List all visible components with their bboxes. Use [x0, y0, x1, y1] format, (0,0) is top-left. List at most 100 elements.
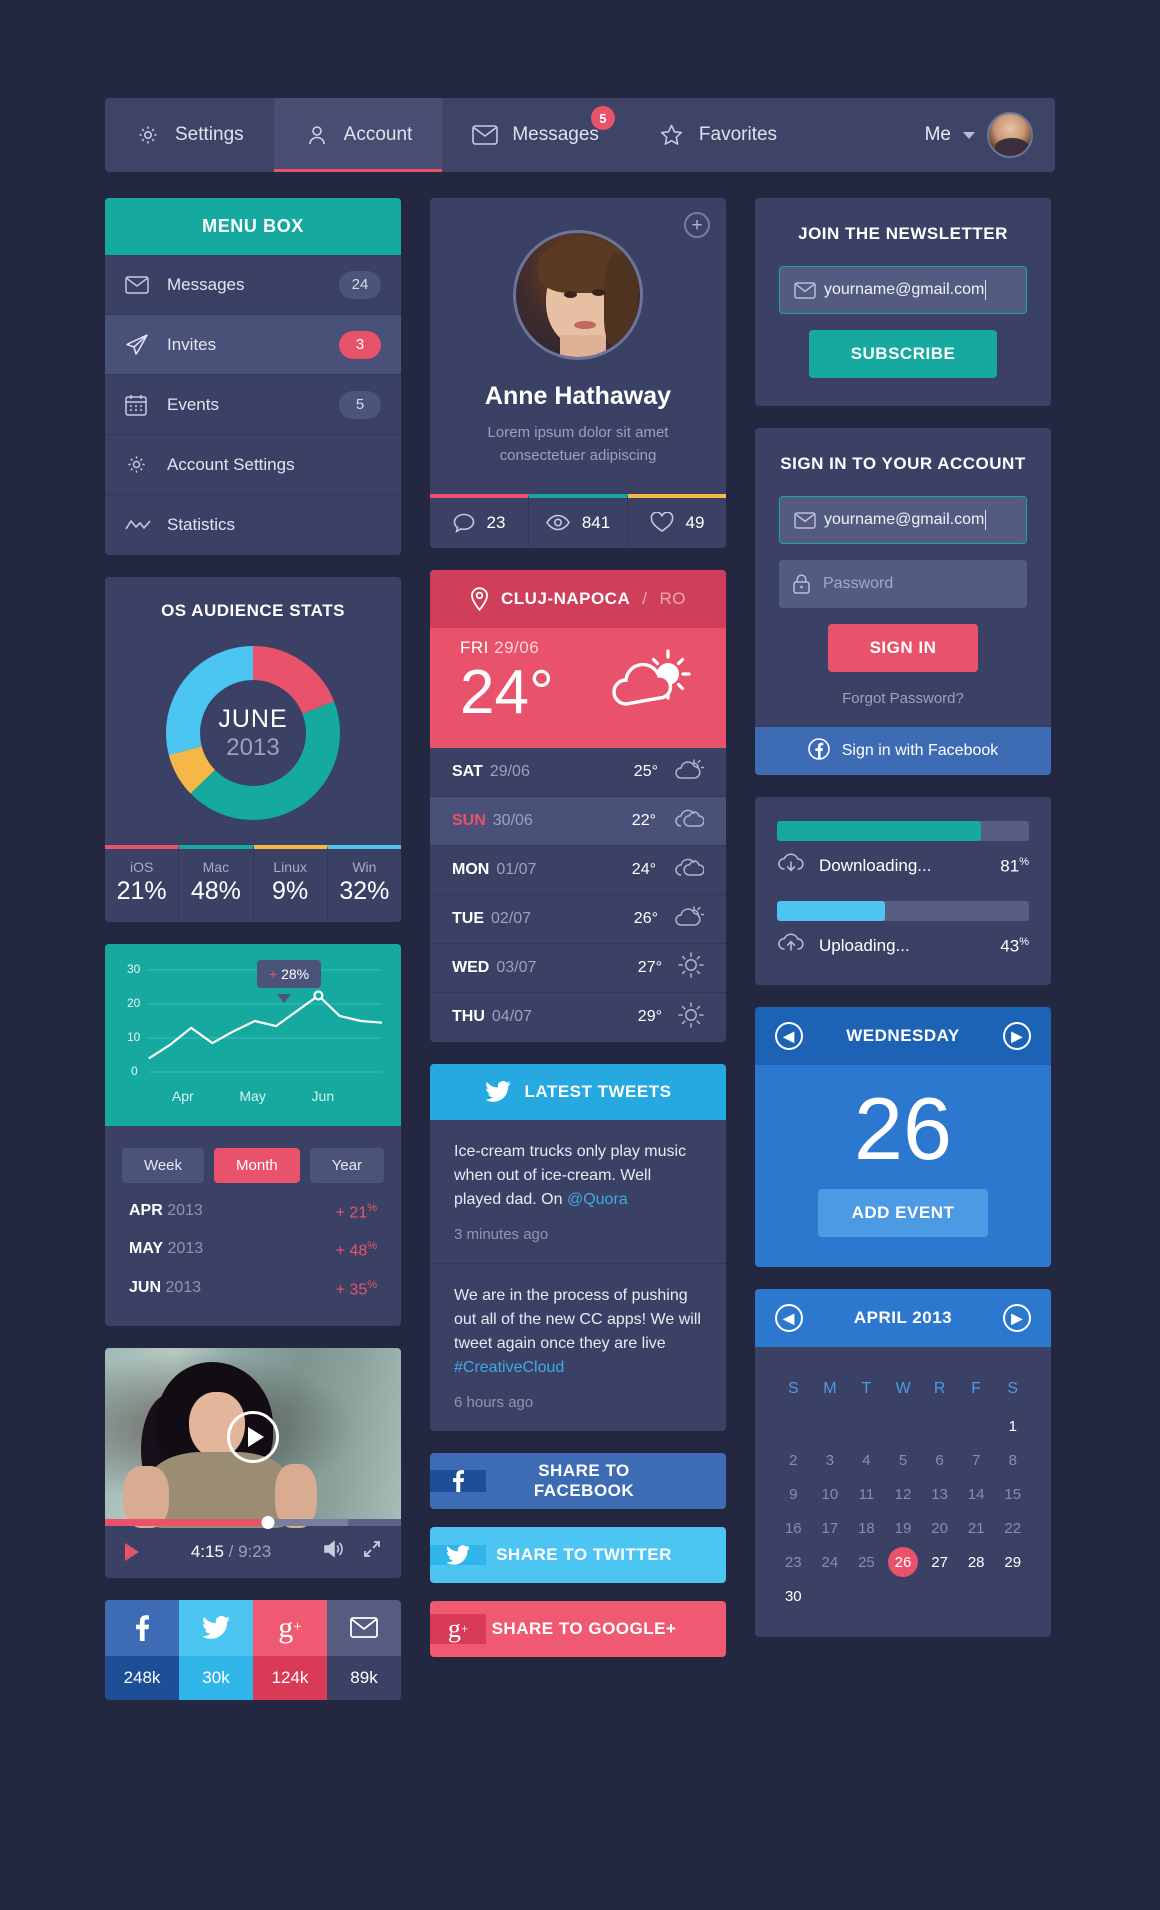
calendar-day-cell[interactable]: 14 [958, 1477, 995, 1511]
subscribe-button[interactable]: SUBSCRIBE [808, 330, 998, 378]
forecast-row[interactable]: THU 04/07 29° [430, 993, 726, 1042]
calendar-day-cell[interactable]: 20 [921, 1511, 958, 1545]
calendar-empty-cell [812, 1409, 849, 1443]
calendar-day-cell[interactable]: 13 [921, 1477, 958, 1511]
forecast-row[interactable]: MON 01/07 24° [430, 846, 726, 895]
sidebar-item-invites[interactable]: Invites 3 [105, 315, 401, 375]
calendar-day-cell[interactable]: 3 [812, 1443, 849, 1477]
calendar-day-cell[interactable]: 2 [775, 1443, 812, 1477]
share-to-googleplus-button[interactable]: g + SHARE TO GOOGLE+ [430, 1600, 726, 1657]
forecast-row[interactable]: TUE 02/07 26° [430, 895, 726, 944]
signin-password-field[interactable]: Password [779, 560, 1027, 608]
stat-month: APR [129, 1202, 163, 1219]
calendar-day-cell[interactable]: 16 [775, 1511, 812, 1545]
calendar-day-cell[interactable]: 17 [812, 1511, 849, 1545]
calendar-day-cell[interactable]: 29 [994, 1545, 1031, 1579]
tweet-time: 6 hours ago [454, 1393, 534, 1411]
calendar-day-cell[interactable]: 1 [994, 1409, 1031, 1443]
user-menu[interactable]: Me [925, 98, 1055, 172]
video-progress-handle[interactable] [261, 1515, 275, 1529]
calendar-day-cell[interactable]: 28 [958, 1545, 995, 1579]
prev-month-button[interactable]: ◀ [775, 1304, 803, 1333]
social-col-email[interactable]: 89k [327, 1599, 401, 1700]
download-row: Downloading... 81% [777, 853, 1029, 879]
sidebar-item-account-settings[interactable]: Account Settings [105, 435, 401, 495]
stat-unit: % [367, 1202, 377, 1214]
video-thumbnail[interactable] [105, 1347, 401, 1529]
avatar[interactable] [987, 112, 1033, 158]
transfers-card: Downloading... 81% Uploading... 43% [755, 797, 1051, 985]
nav-item-messages[interactable]: Messages 5 [442, 98, 629, 172]
weather-today-day-line: FRI 29/06 [460, 638, 604, 658]
newsletter-email-field[interactable]: yourname@gmail.com [779, 266, 1027, 314]
calendar-day-cell[interactable]: 7 [958, 1443, 995, 1477]
fullscreen-icon[interactable] [363, 1540, 381, 1563]
play-triangle-icon [247, 1426, 264, 1447]
profile-stat-likes[interactable]: 49 [628, 493, 726, 548]
forecast-row[interactable]: WED 03/07 27° [430, 944, 726, 993]
nav-item-favorites[interactable]: Favorites [629, 98, 807, 172]
tab-year[interactable]: Year [309, 1148, 385, 1183]
share-to-twitter-button[interactable]: SHARE TO TWITTER [430, 1526, 726, 1583]
calendar-day-cell[interactable]: 4 [848, 1443, 885, 1477]
forecast-row[interactable]: SAT 29/06 25° [430, 748, 726, 797]
social-icons-row: 248k 30k g + 124k 89k [105, 1599, 401, 1700]
forgot-password-link[interactable]: Forgot Password? [779, 690, 1027, 707]
calendar-day-cell[interactable]: 26 [885, 1545, 922, 1579]
sidebar-count-messages: 24 [339, 270, 381, 299]
calendar-day-cell[interactable]: 21 [958, 1511, 995, 1545]
calendar-empty-cell [885, 1409, 922, 1443]
social-col-googleplus[interactable]: g + 124k [253, 1599, 327, 1700]
calendar-empty-cell [848, 1409, 885, 1443]
calendar-day-cell[interactable]: 5 [885, 1443, 922, 1477]
calendar-day-cell[interactable]: 27 [921, 1545, 958, 1579]
sidebar-item-events[interactable]: Events 5 [105, 375, 401, 435]
signin-button[interactable]: SIGN IN [827, 624, 979, 672]
signin-email-field[interactable]: yourname@gmail.com [779, 496, 1027, 544]
calendar-day-cell[interactable]: 9 [775, 1477, 812, 1511]
calendar-day-cell[interactable]: 12 [885, 1477, 922, 1511]
nav-item-settings[interactable]: Settings [105, 98, 274, 172]
prev-day-button[interactable]: ◀ [775, 1022, 803, 1050]
forecast-temp: 22° [631, 811, 656, 829]
calendar-day-cell[interactable]: 6 [921, 1443, 958, 1477]
volume-icon[interactable] [323, 1540, 345, 1563]
calendar-day-cell[interactable]: 24 [812, 1545, 849, 1579]
calendar-day-cell[interactable]: 23 [775, 1545, 812, 1579]
tweet-mention-link[interactable]: @Quora [567, 1191, 628, 1208]
os-name: Linux [273, 859, 307, 875]
calendar-day-cell[interactable]: 18 [848, 1511, 885, 1545]
tab-month[interactable]: Month [214, 1148, 300, 1183]
profile-stat-comments[interactable]: 23 [430, 493, 529, 548]
download-percent: 81% [1000, 856, 1029, 877]
calendar-day-cell[interactable]: 8 [994, 1443, 1031, 1477]
play-overlay-button[interactable] [227, 1410, 279, 1463]
profile-stat-views[interactable]: 841 [529, 493, 628, 548]
next-month-button[interactable]: ▶ [1002, 1304, 1031, 1333]
calendar-day-cell[interactable]: 10 [812, 1477, 849, 1511]
forecast-date: 04/07 [491, 1008, 532, 1025]
tweet-hashtag-link[interactable]: #CreativeCloud [454, 1359, 564, 1376]
calendar-day-cell[interactable]: 25 [848, 1545, 885, 1579]
next-day-button[interactable]: ▶ [1002, 1022, 1031, 1050]
calendar-day-cell[interactable]: 22 [994, 1511, 1031, 1545]
signin-facebook-button[interactable]: Sign in with Facebook [755, 727, 1051, 775]
play-button[interactable] [125, 1542, 139, 1561]
forecast-row[interactable]: SUN 30/06 22° [430, 796, 726, 846]
add-event-button[interactable]: ADD EVENT [817, 1189, 989, 1238]
calendar-dow-cell: S [787, 1380, 799, 1398]
sidebar-item-messages[interactable]: Messages 24 [105, 255, 401, 315]
add-icon[interactable]: + [684, 212, 710, 238]
calendar-day-cell[interactable]: 30 [775, 1579, 812, 1613]
social-col-twitter[interactable]: 30k [179, 1599, 253, 1700]
calendar-day-cell[interactable]: 15 [994, 1477, 1031, 1511]
video-progress-bar[interactable] [105, 1515, 401, 1529]
nav-item-account[interactable]: Account [273, 98, 443, 172]
calendar-day-cell[interactable]: 19 [885, 1511, 922, 1545]
social-col-facebook[interactable]: 248k [105, 1599, 179, 1700]
tab-week[interactable]: Week [121, 1148, 205, 1183]
sidebar-item-statistics[interactable]: Statistics [105, 495, 401, 555]
calendar-day-cell[interactable]: 11 [848, 1477, 885, 1511]
share-to-facebook-button[interactable]: SHARE TO FACEBOOK [430, 1452, 726, 1509]
calendar-selected-day[interactable]: 26 [888, 1547, 919, 1578]
